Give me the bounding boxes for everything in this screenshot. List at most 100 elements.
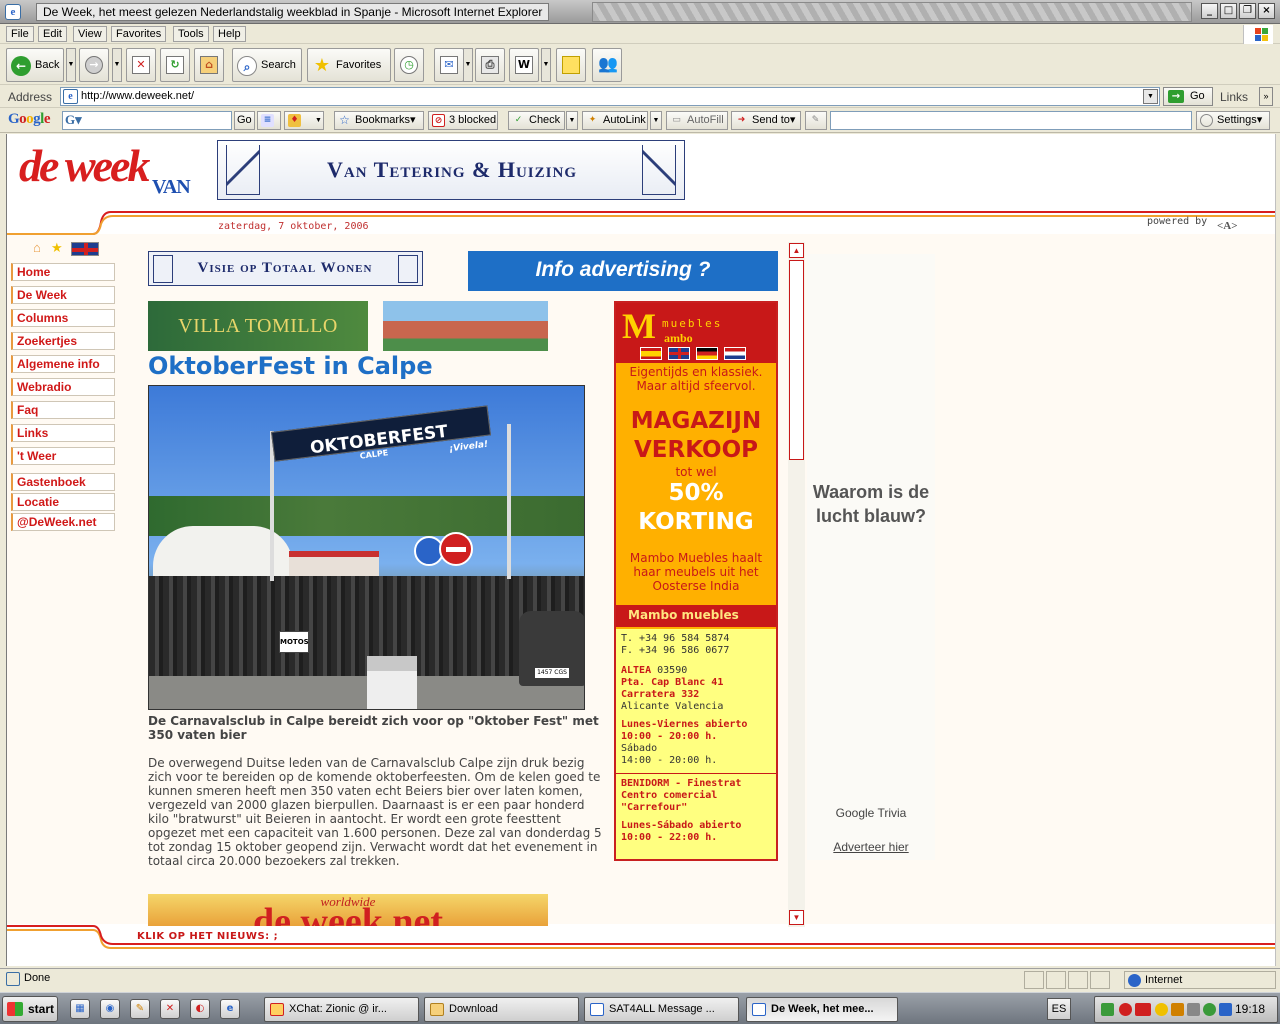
address-field[interactable]: e http://www.deweek.net/ ▼ <box>60 87 1160 106</box>
tray-connection-icon[interactable] <box>1219 1003 1232 1016</box>
tray-security-icon[interactable] <box>1155 1003 1168 1016</box>
adverteer-hier-link[interactable]: Adverteer hier <box>807 840 935 854</box>
print-button[interactable]: ⎙ <box>475 48 505 82</box>
quicklaunch-ie-icon[interactable]: e <box>220 999 240 1019</box>
nav-de-week[interactable]: De Week <box>11 286 115 304</box>
mail-button[interactable]: ✉ <box>434 48 464 82</box>
nav-deweek-net[interactable]: @DeWeek.net <box>11 513 115 531</box>
menu-help[interactable]: Help <box>213 26 246 42</box>
mambo-advertisement[interactable]: M muebles ambo Eigentijds en klassiek. M… <box>614 301 778 861</box>
google-pagerank-button[interactable]: ≡ <box>257 111 281 130</box>
banner-van-tetering[interactable]: Van Tetering & Huizing <box>217 140 685 200</box>
google-go-button[interactable]: Go <box>234 111 255 130</box>
nav-algemene-info[interactable]: Algemene info <box>11 355 115 373</box>
tray-lock-icon[interactable] <box>1171 1003 1184 1016</box>
scroll-thumb[interactable] <box>789 260 804 460</box>
close-button[interactable]: × <box>1258 3 1275 19</box>
menu-file[interactable]: File <box>6 26 34 42</box>
forward-button[interactable]: → <box>79 48 109 82</box>
quicklaunch-media-icon[interactable]: ◉ <box>100 999 120 1019</box>
popup-blocker-button[interactable]: ⊘ 3 blocked <box>428 111 498 130</box>
nav-links[interactable]: Links <box>11 424 115 442</box>
quicklaunch-xchat-icon[interactable]: ✕ <box>160 999 180 1019</box>
nav-columns[interactable]: Columns <box>11 309 115 327</box>
home-icon[interactable]: ⌂ <box>33 240 41 255</box>
site-logo[interactable]: de week <box>19 138 150 194</box>
settings-button[interactable]: Settings▾ <box>1196 111 1270 130</box>
home-button[interactable]: ⌂ <box>194 48 224 82</box>
check-dropdown[interactable]: ▼ <box>566 111 578 130</box>
tray-ati-icon[interactable] <box>1135 1003 1151 1016</box>
send-to-button[interactable]: ➜ Send to▾ <box>731 111 801 130</box>
refresh-button[interactable]: ↻ <box>160 48 190 82</box>
article-headline[interactable]: OktoberFest in Calpe <box>148 352 433 380</box>
task-xchat[interactable]: XChat: Zionic @ ir... <box>264 997 419 1022</box>
uk-flag-icon[interactable] <box>71 242 99 256</box>
task-download[interactable]: Download <box>424 997 579 1022</box>
links-label[interactable]: Links <box>1220 90 1248 104</box>
nav-locatie[interactable]: Locatie <box>11 493 115 511</box>
back-dropdown[interactable]: ▼ <box>66 48 76 82</box>
quicklaunch-desktop-icon[interactable]: ▦ <box>70 999 90 1019</box>
tray-network-icon[interactable] <box>1101 1003 1114 1016</box>
menu-edit[interactable]: Edit <box>38 26 67 42</box>
google-search-input[interactable]: G▾ <box>62 111 232 130</box>
star-icon[interactable]: ★ <box>51 240 63 256</box>
bookmarks-button[interactable]: ☆ Bookmarks▾ <box>334 111 424 130</box>
links-chevron-icon[interactable]: » <box>1259 87 1273 106</box>
autolink-button[interactable]: ✦ AutoLink <box>582 111 648 130</box>
banner-villa-tomillo[interactable]: VILLA TOMILLO <box>148 301 368 351</box>
nav-zoekertjes[interactable]: Zoekertjes <box>11 332 115 350</box>
language-indicator[interactable]: ES <box>1047 998 1071 1020</box>
favorites-button[interactable]: ★ Favorites <box>307 48 391 82</box>
task-de-week[interactable]: De Week, het mee... <box>746 997 898 1022</box>
start-button[interactable]: start <box>2 996 58 1022</box>
highlight-button[interactable]: ✎ <box>805 111 827 130</box>
menu-favorites[interactable]: Favorites <box>111 26 167 42</box>
menu-view[interactable]: View <box>73 26 107 42</box>
nav-home[interactable]: Home <box>11 263 115 281</box>
go-button[interactable]: → Go <box>1163 87 1213 106</box>
address-dropdown[interactable]: ▼ <box>1143 89 1158 104</box>
google-trivia-question[interactable]: Waarom is de lucht blauw? <box>807 480 935 528</box>
nav-webradio[interactable]: Webradio <box>11 378 115 396</box>
quicklaunch-firefox-icon[interactable]: ◐ <box>190 999 210 1019</box>
banner-deweek-net[interactable]: worldwide de week.net <box>148 894 548 926</box>
address-url[interactable]: http://www.deweek.net/ <box>81 90 194 102</box>
banner-info-advertising[interactable]: Info advertising ? <box>468 251 778 291</box>
google-trivia-ad[interactable]: Waarom is de lucht blauw? Google Trivia … <box>807 254 935 860</box>
powered-by-logo[interactable]: <A> <box>1217 220 1237 232</box>
spellcheck-button[interactable]: ✓ Check <box>508 111 565 130</box>
tray-messenger-icon[interactable] <box>1203 1003 1216 1016</box>
nav-weer[interactable]: 't Weer <box>11 447 115 465</box>
stop-button[interactable]: ✕ <box>126 48 156 82</box>
tray-volume-icon[interactable] <box>1187 1003 1200 1016</box>
maximize-button[interactable]: □ <box>1220 3 1237 19</box>
search-button[interactable]: ⌕ Search <box>232 48 302 82</box>
nav-gastenboek[interactable]: Gastenboek <box>11 473 115 491</box>
minimize-button[interactable]: _ <box>1201 3 1218 19</box>
scroll-down-arrow-icon[interactable]: ▼ <box>789 910 804 925</box>
article-photo[interactable]: OKTOBERFEST CALPE ¡Vivela! MOTOS 1457 CG… <box>148 385 585 710</box>
messenger-button[interactable]: 👥 <box>592 48 622 82</box>
tray-antivirus-icon[interactable] <box>1119 1003 1132 1016</box>
task-sat4all[interactable]: SAT4ALL Message ... <box>584 997 739 1022</box>
google-logo[interactable]: Google <box>8 111 51 128</box>
scroll-up-arrow-icon[interactable]: ▲ <box>789 243 804 258</box>
quicklaunch-edit-icon[interactable]: ✎ <box>130 999 150 1019</box>
ie-icon[interactable]: e <box>5 4 21 20</box>
edit-button[interactable]: W <box>509 48 539 82</box>
content-scrollbar[interactable]: ▲ ▼ <box>788 242 805 927</box>
history-button[interactable]: ◷ <box>394 48 424 82</box>
edit-dropdown[interactable]: ▼ <box>541 48 551 82</box>
nav-faq[interactable]: Faq <box>11 401 115 419</box>
back-button[interactable]: ← Back <box>6 48 64 82</box>
notes-button[interactable] <box>556 48 586 82</box>
autofill-button[interactable]: ▭ AutoFill <box>666 111 728 130</box>
villa-tomillo-image[interactable] <box>383 301 548 351</box>
klik-op-het-nieuws[interactable]: KLIK OP HET NIEUWS: ; <box>137 931 278 942</box>
google-g-icon[interactable]: G▾ <box>65 112 82 128</box>
google-word-find-field[interactable] <box>830 111 1192 130</box>
forward-dropdown[interactable]: ▼ <box>112 48 122 82</box>
mail-dropdown[interactable]: ▼ <box>463 48 473 82</box>
